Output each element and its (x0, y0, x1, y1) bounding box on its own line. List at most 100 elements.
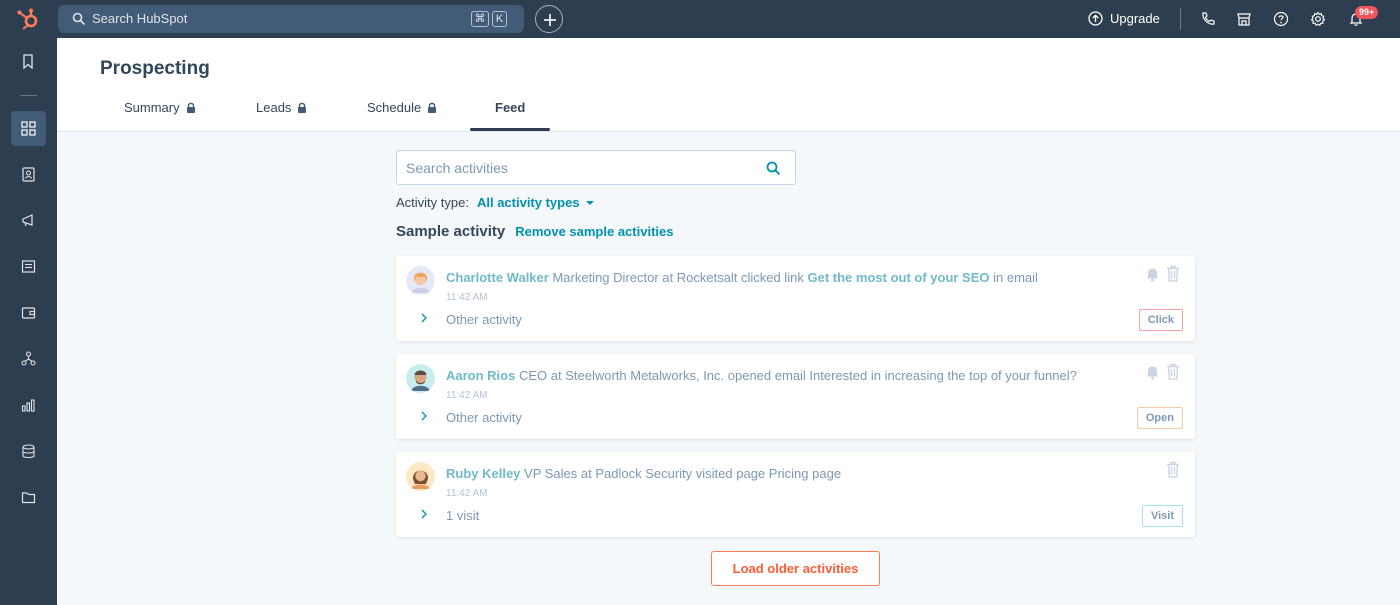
activity-type-tag: Open (1136, 407, 1183, 429)
activity-card: Ruby Kelley VP Sales at Padlock Security… (396, 452, 1195, 537)
activity-description: Ruby Kelley VP Sales at Padlock Security… (446, 466, 841, 481)
upgrade-label: Upgrade (1110, 11, 1160, 26)
chevron-right-icon[interactable] (420, 509, 428, 519)
nav-divider (20, 95, 37, 96)
global-search-placeholder: Search HubSpot (92, 11, 188, 26)
tab-schedule[interactable]: Schedule (367, 100, 437, 115)
caret-down-icon (585, 201, 594, 205)
activity-type-tag: Click (1138, 309, 1183, 331)
activity-detail[interactable]: Other activity (446, 410, 522, 425)
top-bar: Search HubSpot ⌘ K Upgrade 99+ (0, 0, 1400, 38)
nav-reporting[interactable] (11, 388, 46, 423)
activity-time: 11:42 AM (446, 488, 488, 499)
nav-content[interactable] (11, 249, 46, 284)
bell-icon[interactable] (1145, 364, 1160, 380)
bookmark-icon (23, 54, 33, 69)
wallet-icon (21, 307, 36, 319)
shortcut-cmd-key: ⌘ (471, 11, 489, 27)
lock-icon (186, 102, 195, 113)
tab-summary-label: Summary (124, 100, 180, 115)
activity-card: Aaron Rios CEO at Steelworth Metalworks,… (396, 354, 1195, 439)
contacts-icon (22, 167, 35, 182)
document-icon (21, 260, 36, 273)
tab-leads-label: Leads (256, 100, 292, 115)
search-icon (72, 12, 86, 26)
contact-name-link[interactable]: Charlotte Walker (446, 270, 549, 285)
lock-icon (298, 102, 307, 113)
activity-text: VP Sales at Padlock Security visited pag… (524, 466, 842, 481)
left-navigation (0, 38, 57, 605)
avatar[interactable] (406, 462, 435, 491)
remove-sample-activities-link[interactable]: Remove sample activities (515, 224, 673, 239)
notification-count-badge: 99+ (1355, 6, 1379, 19)
activity-time: 11:42 AM (446, 390, 488, 401)
activity-card: Charlotte Walker Marketing Director at R… (396, 256, 1195, 341)
topbar-divider (1180, 8, 1181, 30)
chevron-right-icon[interactable] (420, 313, 428, 323)
bell-icon[interactable] (1145, 266, 1160, 282)
settings-gear-icon[interactable] (1310, 11, 1326, 27)
activity-type-label: Activity type: (396, 195, 469, 210)
workflow-icon (21, 351, 36, 366)
lock-icon (428, 102, 437, 113)
help-icon[interactable] (1273, 11, 1289, 27)
upgrade-arrow-icon (1088, 11, 1103, 26)
nav-crm[interactable] (11, 157, 46, 192)
contact-name-link[interactable]: Ruby Kelley (446, 466, 520, 481)
sample-activity-row: Sample activity Remove sample activities (396, 223, 673, 241)
tab-feed-label: Feed (495, 100, 526, 115)
activity-text: Marketing Director at Rocketsalt clicked… (552, 270, 804, 285)
activity-type-tag: Visit (1141, 505, 1183, 527)
grid-icon (21, 121, 36, 136)
tab-schedule-label: Schedule (367, 100, 422, 115)
create-new-button[interactable] (535, 5, 563, 33)
trash-icon[interactable] (1166, 363, 1180, 380)
nav-commerce[interactable] (11, 295, 46, 330)
plus-icon (544, 14, 556, 26)
activity-detail[interactable]: Other activity (446, 312, 522, 327)
trash-icon[interactable] (1166, 265, 1180, 282)
active-tab-indicator (470, 128, 550, 131)
activity-type-dropdown[interactable]: All activity types (477, 195, 594, 210)
sample-activity-heading: Sample activity (396, 223, 506, 240)
activity-description: Aaron Rios CEO at Steelworth Metalworks,… (446, 368, 1077, 383)
tab-leads[interactable]: Leads (256, 100, 307, 115)
search-icon[interactable] (766, 161, 781, 176)
activity-description: Charlotte Walker Marketing Director at R… (446, 270, 1038, 285)
trash-icon[interactable] (1166, 461, 1180, 478)
activity-search-box (396, 150, 796, 185)
nav-data-management[interactable] (11, 434, 46, 469)
avatar[interactable] (406, 266, 435, 295)
page-header: Prospecting Summary Leads Schedule Feed (57, 38, 1400, 132)
nav-automations[interactable] (11, 341, 46, 376)
person-avatar-icon (406, 266, 435, 295)
nav-bookmarks[interactable] (11, 44, 46, 79)
contact-name-link[interactable]: Aaron Rios (446, 368, 515, 383)
marketplace-icon[interactable] (1236, 11, 1252, 27)
avatar[interactable] (406, 364, 435, 393)
phone-icon[interactable] (1200, 11, 1216, 27)
load-older-activities-button[interactable]: Load older activities (711, 551, 880, 586)
shortcut-k-key: K (492, 11, 507, 27)
activity-detail[interactable]: 1 visit (446, 508, 479, 523)
nav-library[interactable] (11, 480, 46, 515)
person-avatar-icon (406, 462, 435, 491)
nav-marketing[interactable] (11, 203, 46, 238)
activity-link[interactable]: Get the most out of your SEO (808, 270, 990, 285)
activity-type-value: All activity types (476, 195, 580, 210)
activity-text-after: in email (993, 270, 1038, 285)
bar-chart-icon (21, 399, 35, 412)
tab-feed[interactable]: Feed (495, 100, 525, 115)
tab-summary[interactable]: Summary (124, 100, 196, 115)
activity-time: 11:42 AM (446, 292, 488, 303)
activity-text: CEO at Steelworth Metalworks, Inc. opene… (518, 368, 1077, 383)
global-search-input[interactable]: Search HubSpot ⌘ K (58, 5, 524, 33)
activity-type-filter: Activity type: All activity types (396, 195, 594, 210)
megaphone-icon (22, 214, 33, 227)
folder-icon (21, 492, 36, 504)
activity-search-input[interactable] (406, 159, 746, 177)
hubspot-logo-icon[interactable] (16, 7, 42, 31)
chevron-right-icon[interactable] (420, 411, 428, 421)
nav-workspaces[interactable] (11, 111, 46, 146)
database-icon (22, 444, 35, 459)
